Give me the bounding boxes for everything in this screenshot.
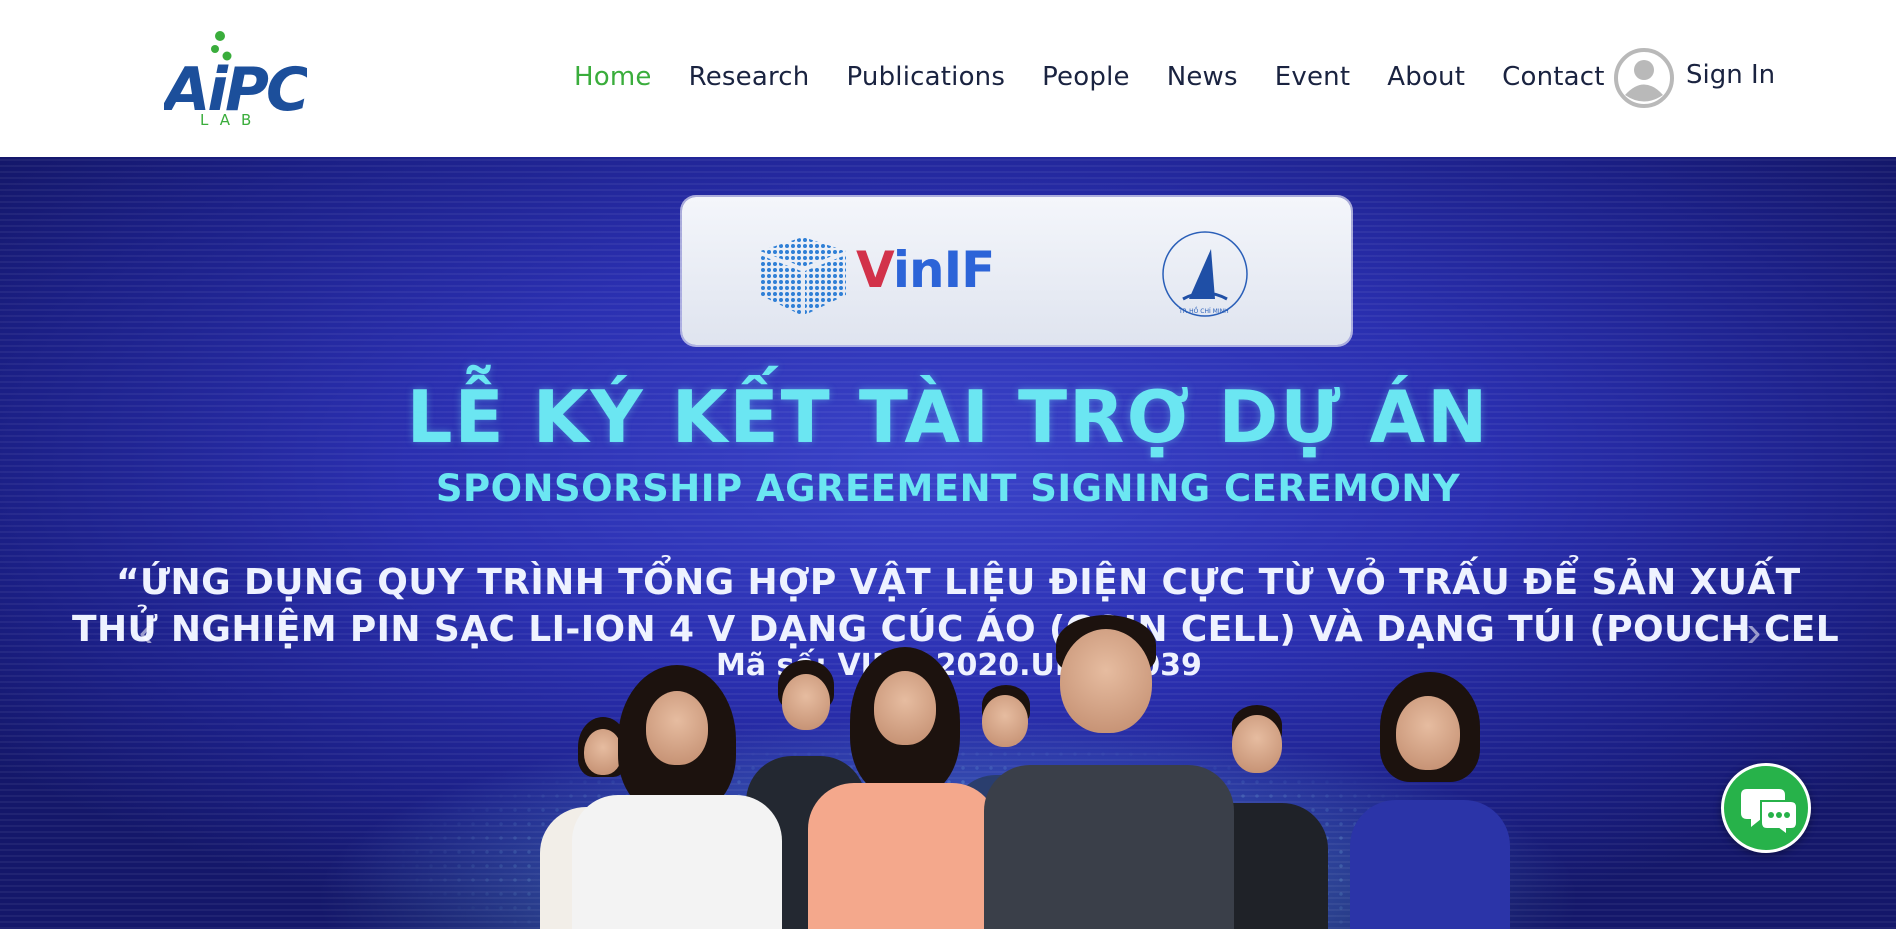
ceremony-title: LỄ KÝ KẾT TÀI TRỢ DỰ ÁN — [406, 375, 1490, 459]
chevron-right-icon: › — [1746, 607, 1762, 656]
nav-event[interactable]: Event — [1275, 56, 1350, 98]
seal-caption: TP. HỒ CHÍ MINH — [1178, 306, 1229, 315]
person-photo — [808, 647, 998, 929]
person-photo — [984, 615, 1234, 929]
aipc-lab-logo[interactable]: AiPC LAB — [160, 30, 313, 129]
sign-in-label: Sign In — [1686, 60, 1776, 90]
site-header: AiPC LAB Home Research Publications Peop… — [0, 0, 1896, 157]
nav-publications[interactable]: Publications — [846, 56, 1005, 98]
nav-home[interactable]: Home — [574, 56, 652, 98]
chat-bubble-icon — [1741, 789, 1797, 835]
carousel-next-button[interactable]: › — [1734, 602, 1774, 662]
nav-research[interactable]: Research — [689, 56, 810, 98]
ceremony-subtitle: SPONSORSHIP AGREEMENT SIGNING CEREMONY — [435, 467, 1461, 510]
nav-contact[interactable]: Contact — [1502, 56, 1605, 98]
nav-people[interactable]: People — [1042, 56, 1130, 98]
chat-widget-button[interactable] — [1721, 763, 1811, 853]
project-title-line-2: THỬ NGHIỆM PIN SẠC LI-ION 4 V DẠNG CÚC Á… — [72, 609, 1840, 650]
main-nav: Home Research Publications People News E… — [574, 56, 1642, 98]
nav-about[interactable]: About — [1387, 56, 1465, 98]
hero-carousel: VinIF TP. HỒ CHÍ MINH LỄ KÝ KẾT TÀI TRỢ … — [0, 157, 1896, 929]
university-seal-icon: TP. HỒ CHÍ MINH — [1162, 231, 1248, 317]
sign-in-button[interactable]: Sign In — [1614, 48, 1775, 108]
chevron-left-icon: ‹ — [138, 607, 154, 656]
nav-news[interactable]: News — [1167, 56, 1238, 98]
sponsor-logo-board: VinIF TP. HỒ CHÍ MINH — [682, 197, 1351, 345]
person-photo — [1350, 672, 1510, 929]
user-avatar-icon — [1614, 48, 1674, 108]
vinif-cube-icon — [760, 237, 846, 315]
carousel-prev-button[interactable]: ‹ — [126, 602, 166, 662]
person-photo — [572, 665, 782, 929]
project-title-line-1: “ỨNG DỤNG QUY TRÌNH TỔNG HỢP VẬT LIỆU ĐI… — [116, 562, 1801, 603]
vinif-logo-text: VinIF — [856, 241, 995, 299]
logo-subtext: LAB — [200, 111, 262, 126]
